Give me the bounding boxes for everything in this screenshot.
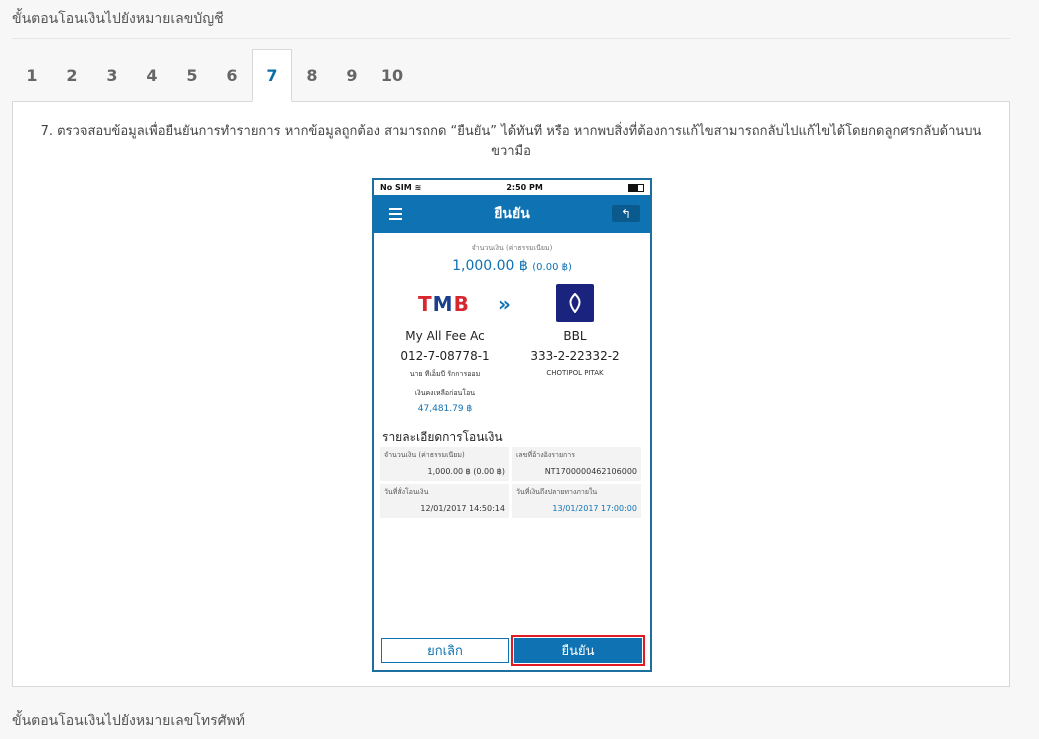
tab-step-6[interactable]: 6 — [212, 49, 252, 101]
app-title: ยืนยัน — [494, 206, 530, 222]
tab-step-4[interactable]: 4 — [132, 49, 172, 101]
wifi-icon: ≋ — [414, 183, 422, 192]
detail-order-date: วันที่สั่งโอนเงิน 12/01/2017 14:50:14 — [380, 484, 509, 518]
from-account-number: 012-7-08778-1 — [400, 349, 490, 363]
tab-step-1[interactable]: 1 — [12, 49, 52, 101]
status-time: 2:50 PM — [506, 183, 543, 192]
tab-step-10[interactable]: 10 — [372, 49, 412, 101]
tmb-logo: TMB — [418, 292, 470, 316]
to-account-name: BBL — [563, 329, 587, 343]
amount-value: 1,000.00 ฿ (0.00 ฿) — [452, 258, 572, 274]
menu-icon[interactable] — [389, 208, 402, 223]
detail-ref-label: เลขที่อ้างอิงรายการ — [516, 451, 575, 459]
section-title-phone[interactable]: ขั้นตอนโอนเงินไปยังหมายเลขโทรศัพท์ — [12, 710, 245, 732]
app-bar: ยืนยัน ↰ — [374, 195, 650, 233]
detail-ref: เลขที่อ้างอิงรายการ NT1700000462106000 — [512, 447, 641, 481]
tab-step-5[interactable]: 5 — [172, 49, 212, 101]
tab-step-8[interactable]: 8 — [292, 49, 332, 101]
detail-arrive-date: วันที่เงินถึงปลายทางภายใน 13/01/2017 17:… — [512, 484, 641, 518]
detail-ref-value: NT1700000462106000 — [544, 467, 637, 476]
bank-logos: TMB » — [374, 282, 650, 326]
detail-order-label: วันที่สั่งโอนเงิน — [384, 488, 429, 496]
step-description: 7. ตรวจสอบข้อมูลเพื่อยืนยันการทำรายการ ห… — [40, 124, 982, 159]
to-account: BBL 333-2-22332-2 CHOTIPOL PITAK — [510, 329, 640, 377]
section-title-account[interactable]: ขั้นตอนโอนเงินไปยังหมายเลขบัญชี — [12, 8, 224, 30]
battery-icon — [627, 183, 644, 192]
step-tabs: 1 2 3 4 5 6 7 8 9 10 — [12, 49, 412, 102]
to-account-number: 333-2-22332-2 — [530, 349, 620, 363]
bbl-lotus-icon — [556, 284, 594, 322]
carrier-label: No SIM ≋ — [380, 183, 422, 192]
detail-order-value: 12/01/2017 14:50:14 — [420, 504, 505, 513]
tab-panel: 7. ตรวจสอบข้อมูลเพื่อยืนยันการทำรายการ ห… — [12, 101, 1010, 687]
tab-step-2[interactable]: 2 — [52, 49, 92, 101]
from-account-owner: นาย ทีเอ็มบี รักการออม — [409, 370, 481, 378]
balance-value: 47,481.79 ฿ — [417, 404, 473, 414]
from-account-name: My All Fee Ac — [405, 329, 485, 343]
cancel-button[interactable]: ยกเลิก — [381, 638, 509, 663]
divider — [12, 38, 1010, 39]
confirm-highlight: ยืนยัน — [511, 635, 645, 666]
details-title: รายละเอียดการโอนเงิน — [382, 430, 503, 444]
detail-amount-value: 1,000.00 ฿ (0.00 ฿) — [427, 467, 506, 476]
detail-amount-label: จำนวนเงิน (ค่าธรรมเนียม) — [384, 451, 465, 459]
phone-screenshot: No SIM ≋ 2:50 PM ยืนยัน ↰ จำนวนเงิน (ค่า… — [372, 178, 652, 672]
balance-label: เงินคงเหลือก่อนโอน — [414, 389, 476, 397]
transfer-arrow-icon: » — [498, 292, 511, 316]
tab-step-9[interactable]: 9 — [332, 49, 372, 101]
status-bar: No SIM ≋ 2:50 PM — [374, 180, 650, 195]
from-account: My All Fee Ac 012-7-08778-1 นาย ทีเอ็มบี… — [380, 329, 510, 414]
to-account-owner: CHOTIPOL PITAK — [546, 369, 604, 377]
tab-step-7[interactable]: 7 — [252, 49, 292, 102]
back-arrow-icon[interactable]: ↰ — [612, 205, 640, 222]
detail-arrive-value: 13/01/2017 17:00:00 — [552, 504, 637, 513]
amount-label: จำนวนเงิน (ค่าธรรมเนียม) — [471, 244, 553, 252]
detail-amount: จำนวนเงิน (ค่าธรรมเนียม) 1,000.00 ฿ (0.0… — [380, 447, 509, 481]
detail-arrive-label: วันที่เงินถึงปลายทางภายใน — [516, 488, 598, 496]
tab-step-3[interactable]: 3 — [92, 49, 132, 101]
confirm-button[interactable]: ยืนยัน — [514, 638, 642, 663]
